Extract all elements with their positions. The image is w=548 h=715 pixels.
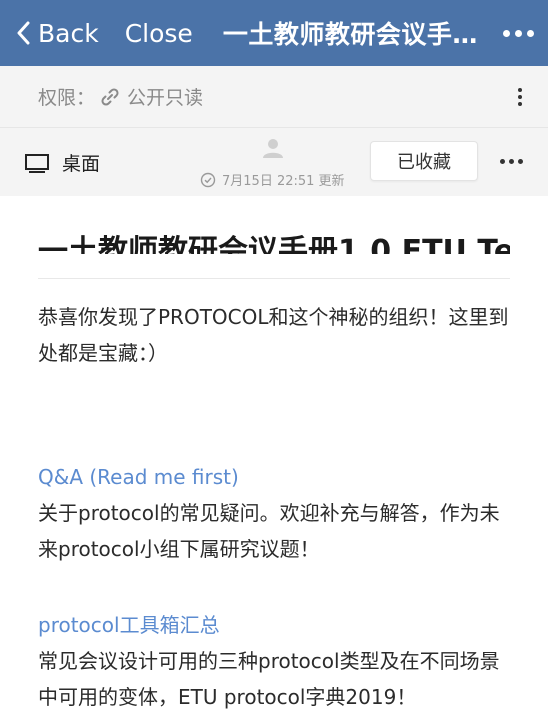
- desktop-label: 桌面: [62, 153, 101, 175]
- kebab-dot-icon: [518, 101, 522, 106]
- document-more-button[interactable]: [500, 159, 523, 164]
- toolbox-link[interactable]: protocol工具箱汇总: [38, 607, 510, 643]
- document-title: 一土教师教研会议手册1.0 ETU Tea: [38, 234, 510, 254]
- chevron-left-icon: [17, 21, 30, 45]
- navigation-bar: Back Close 一土教师教研会议手…: [0, 0, 548, 66]
- more-dot-icon: [518, 159, 523, 164]
- close-button[interactable]: Close: [125, 19, 193, 48]
- more-options-button[interactable]: [494, 29, 534, 37]
- permission-bar: 权限： 公开只读: [0, 66, 548, 128]
- section-toolbox: protocol工具箱汇总 常见会议设计可用的三种protocol类型及在不同场…: [38, 607, 510, 715]
- kebab-dot-icon: [518, 87, 522, 92]
- more-dot-icon: [509, 159, 514, 164]
- monitor-icon: [25, 153, 49, 173]
- permission-menu-button[interactable]: [518, 87, 522, 106]
- more-dot-icon: [503, 29, 510, 37]
- back-button[interactable]: Back: [16, 19, 99, 48]
- qa-description: 关于protocol的常见疑问。欢迎补充与解答，作为未来protocol小组下属…: [38, 501, 500, 561]
- desktop-button[interactable]: 桌面: [24, 149, 100, 176]
- permission-label: 权限：: [38, 87, 96, 109]
- link-icon: [99, 86, 121, 108]
- update-timestamp: 7月15日 22:51 更新: [200, 170, 345, 189]
- more-dot-icon: [500, 159, 505, 164]
- qa-link[interactable]: Q&A (Read me first): [38, 459, 510, 495]
- more-dot-icon: [527, 29, 534, 37]
- document-toolbar: 桌面 7月15日 22:51 更新 已收藏: [0, 128, 548, 196]
- title-divider: [38, 278, 510, 279]
- kebab-dot-icon: [518, 94, 522, 99]
- document-body: 一土教师教研会议手册1.0 ETU Tea 恭喜你发现了PROTOCOL和这个神…: [0, 196, 548, 715]
- toolbox-description: 常见会议设计可用的三种protocol类型及在不同场景中可用的变体，ETU pr…: [38, 649, 500, 709]
- favorited-button[interactable]: 已收藏: [370, 141, 478, 181]
- permission-value: 公开只读: [127, 87, 204, 109]
- section-qa: Q&A (Read me first) 关于protocol的常见疑问。欢迎补充…: [38, 459, 510, 567]
- intro-paragraph: 恭喜你发现了PROTOCOL和这个神秘的组织！这里到处都是宝藏：）: [38, 305, 509, 365]
- check-circle-icon: [200, 172, 216, 187]
- back-label: Back: [38, 18, 99, 48]
- author-avatar-icon[interactable]: [262, 138, 284, 162]
- timestamp-text: 7月15日 22:51 更新: [222, 174, 345, 189]
- page-title: 一土教师教研会议手…: [222, 20, 478, 49]
- more-dot-icon: [515, 29, 522, 37]
